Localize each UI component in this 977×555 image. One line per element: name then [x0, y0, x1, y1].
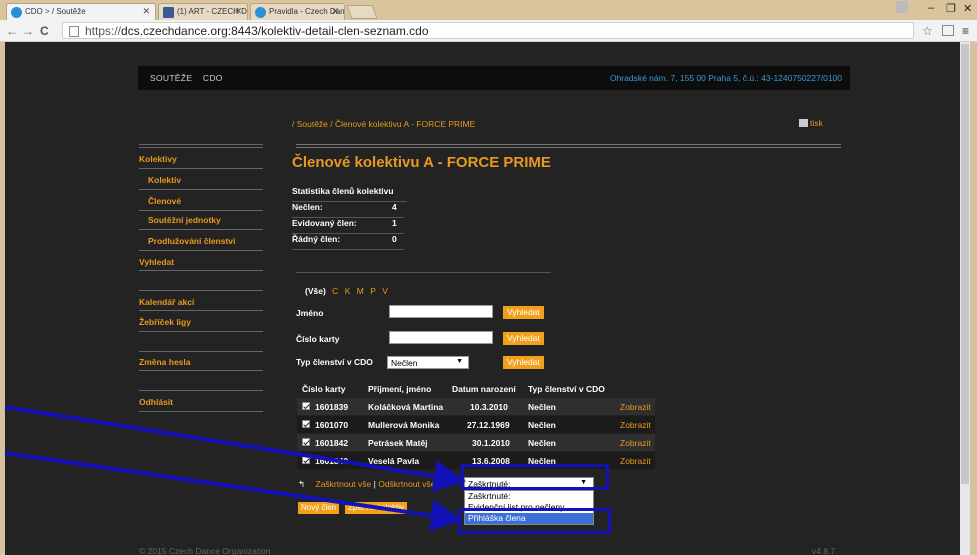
copyright: © 2015 Czech Dance Organization	[139, 546, 271, 555]
annotation-arrows	[4, 405, 466, 532]
arrow-to-option	[4, 451, 463, 532]
browser-window: CDO > / Soutěže ✕ (1) ART - CZECH DANCE …	[0, 0, 977, 555]
arrow-to-select	[4, 405, 466, 492]
version: v4.8.7	[812, 546, 836, 555]
